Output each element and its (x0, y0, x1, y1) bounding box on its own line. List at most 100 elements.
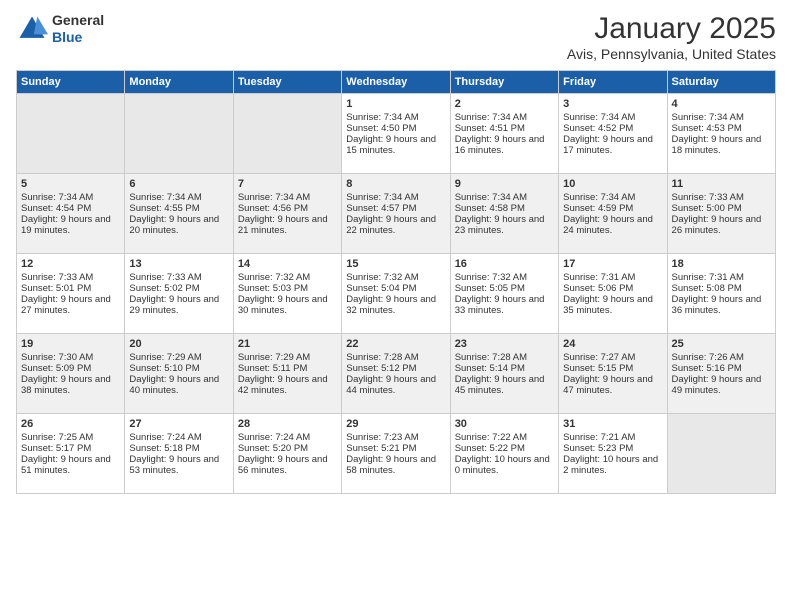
sunset: Sunset: 5:04 PM (346, 283, 416, 294)
daylight: Daylight: 9 hours and 35 minutes. (563, 294, 653, 316)
daylight: Daylight: 9 hours and 56 minutes. (238, 454, 328, 476)
daylight: Daylight: 9 hours and 49 minutes. (672, 374, 762, 396)
sunset: Sunset: 5:11 PM (238, 363, 308, 374)
daylight: Daylight: 9 hours and 27 minutes. (21, 294, 111, 316)
sunset: Sunset: 5:16 PM (672, 363, 742, 374)
day-number: 14 (238, 258, 337, 270)
daylight: Daylight: 9 hours and 44 minutes. (346, 374, 436, 396)
col-sunday: Sunday (17, 71, 125, 94)
daylight: Daylight: 9 hours and 22 minutes. (346, 214, 436, 236)
day-cell: 3Sunrise: 7:34 AMSunset: 4:52 PMDaylight… (559, 94, 667, 174)
day-number: 17 (563, 258, 662, 270)
sunrise: Sunrise: 7:34 AM (346, 112, 418, 123)
day-cell: 30Sunrise: 7:22 AMSunset: 5:22 PMDayligh… (450, 414, 558, 494)
col-thursday: Thursday (450, 71, 558, 94)
sunset: Sunset: 4:59 PM (563, 203, 633, 214)
day-number: 19 (21, 338, 120, 350)
logo-text: General Blue (52, 12, 104, 46)
sunrise: Sunrise: 7:27 AM (563, 352, 635, 363)
day-number: 15 (346, 258, 445, 270)
sunrise: Sunrise: 7:31 AM (672, 272, 744, 283)
sunrise: Sunrise: 7:31 AM (563, 272, 635, 283)
week-row-4: 19Sunrise: 7:30 AMSunset: 5:09 PMDayligh… (17, 334, 776, 414)
day-number: 4 (672, 98, 771, 110)
day-number: 1 (346, 98, 445, 110)
day-cell: 11Sunrise: 7:33 AMSunset: 5:00 PMDayligh… (667, 174, 775, 254)
day-cell: 9Sunrise: 7:34 AMSunset: 4:58 PMDaylight… (450, 174, 558, 254)
daylight: Daylight: 9 hours and 23 minutes. (455, 214, 545, 236)
daylight: Daylight: 9 hours and 42 minutes. (238, 374, 328, 396)
sunset: Sunset: 5:10 PM (129, 363, 199, 374)
sunset: Sunset: 5:00 PM (672, 203, 742, 214)
logo: General Blue (16, 12, 104, 46)
day-cell: 20Sunrise: 7:29 AMSunset: 5:10 PMDayligh… (125, 334, 233, 414)
sunrise: Sunrise: 7:21 AM (563, 432, 635, 443)
day-number: 8 (346, 178, 445, 190)
day-number: 24 (563, 338, 662, 350)
sunrise: Sunrise: 7:23 AM (346, 432, 418, 443)
day-number: 5 (21, 178, 120, 190)
sunset: Sunset: 4:51 PM (455, 123, 525, 134)
day-number: 26 (21, 418, 120, 430)
sunrise: Sunrise: 7:29 AM (238, 352, 310, 363)
daylight: Daylight: 9 hours and 24 minutes. (563, 214, 653, 236)
page: General Blue January 2025 Avis, Pennsylv… (0, 0, 792, 612)
sunrise: Sunrise: 7:34 AM (21, 192, 93, 203)
sunrise: Sunrise: 7:34 AM (346, 192, 418, 203)
sunset: Sunset: 5:22 PM (455, 443, 525, 454)
sunset: Sunset: 4:52 PM (563, 123, 633, 134)
day-cell: 12Sunrise: 7:33 AMSunset: 5:01 PMDayligh… (17, 254, 125, 334)
day-cell: 25Sunrise: 7:26 AMSunset: 5:16 PMDayligh… (667, 334, 775, 414)
sunrise: Sunrise: 7:28 AM (346, 352, 418, 363)
daylight: Daylight: 9 hours and 19 minutes. (21, 214, 111, 236)
day-cell: 10Sunrise: 7:34 AMSunset: 4:59 PMDayligh… (559, 174, 667, 254)
day-cell: 31Sunrise: 7:21 AMSunset: 5:23 PMDayligh… (559, 414, 667, 494)
sunrise: Sunrise: 7:24 AM (238, 432, 310, 443)
sunset: Sunset: 5:02 PM (129, 283, 199, 294)
day-cell: 26 Sunrise: 7:25 AMSunset: 5:17 PMDayligh… (17, 414, 125, 494)
daylight: Daylight: 9 hours and 16 minutes. (455, 134, 545, 156)
sunset: Sunset: 4:53 PM (672, 123, 742, 134)
col-saturday: Saturday (667, 71, 775, 94)
col-friday: Friday (559, 71, 667, 94)
day-cell: 7Sunrise: 7:34 AMSunset: 4:56 PMDaylight… (233, 174, 341, 254)
day-cell: 18Sunrise: 7:31 AMSunset: 5:08 PMDayligh… (667, 254, 775, 334)
sunset: Sunset: 5:18 PM (129, 443, 199, 454)
daylight: Daylight: 9 hours and 53 minutes. (129, 454, 219, 476)
day-cell: 4 Sunrise: 7:34 AMSunset: 4:53 PMDaylight… (667, 94, 775, 174)
sunrise: Sunrise: 7:30 AM (21, 352, 93, 363)
sunset: Sunset: 5:06 PM (563, 283, 633, 294)
day-cell: 16Sunrise: 7:32 AMSunset: 5:05 PMDayligh… (450, 254, 558, 334)
day-cell: 14Sunrise: 7:32 AMSunset: 5:03 PMDayligh… (233, 254, 341, 334)
sunrise: Sunrise: 7:34 AM (672, 112, 744, 123)
day-cell: 29Sunrise: 7:23 AMSunset: 5:21 PMDayligh… (342, 414, 450, 494)
sunset: Sunset: 5:17 PM (21, 443, 91, 454)
title-block: January 2025 Avis, Pennsylvania, United … (567, 12, 776, 62)
day-cell (17, 94, 125, 174)
day-number: 23 (455, 338, 554, 350)
sunset: Sunset: 5:23 PM (563, 443, 633, 454)
col-tuesday: Tuesday (233, 71, 341, 94)
sunset: Sunset: 4:55 PM (129, 203, 199, 214)
daylight: Daylight: 9 hours and 51 minutes. (21, 454, 111, 476)
sunset: Sunset: 5:21 PM (346, 443, 416, 454)
main-title: January 2025 (567, 12, 776, 46)
sunrise: Sunrise: 7:34 AM (455, 192, 527, 203)
daylight: Daylight: 9 hours and 18 minutes. (672, 134, 762, 156)
day-number: 21 (238, 338, 337, 350)
sunrise: Sunrise: 7:25 AM (21, 432, 93, 443)
sunrise: Sunrise: 7:34 AM (563, 112, 635, 123)
daylight: Daylight: 9 hours and 33 minutes. (455, 294, 545, 316)
sunrise: Sunrise: 7:24 AM (129, 432, 201, 443)
daylight: Daylight: 9 hours and 29 minutes. (129, 294, 219, 316)
day-number: 6 (129, 178, 228, 190)
day-number: 31 (563, 418, 662, 430)
day-number: 25 (672, 338, 771, 350)
sunrise: Sunrise: 7:34 AM (129, 192, 201, 203)
daylight: Daylight: 9 hours and 26 minutes. (672, 214, 762, 236)
daylight: Daylight: 9 hours and 40 minutes. (129, 374, 219, 396)
day-cell: 13Sunrise: 7:33 AMSunset: 5:02 PMDayligh… (125, 254, 233, 334)
day-number: 30 (455, 418, 554, 430)
day-number: 10 (563, 178, 662, 190)
sunset: Sunset: 5:03 PM (238, 283, 308, 294)
